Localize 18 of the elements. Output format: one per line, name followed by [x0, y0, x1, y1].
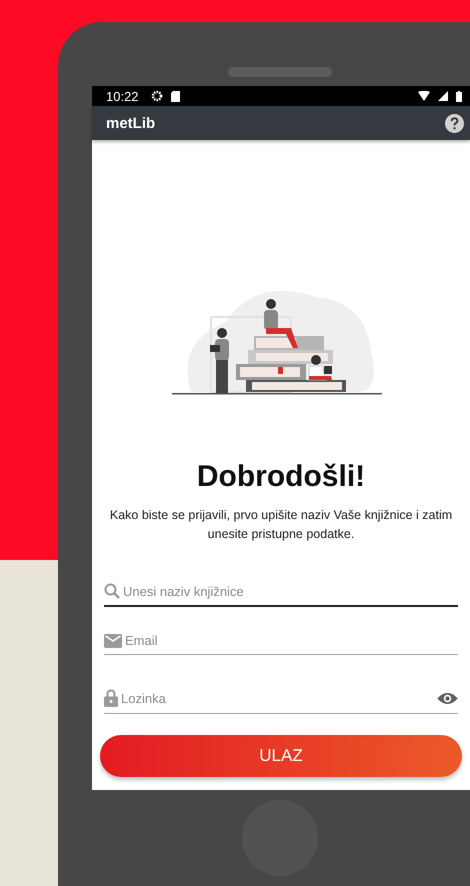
lock-icon: [104, 689, 118, 707]
signal-icon: [438, 91, 448, 101]
sd-card-icon: [170, 90, 180, 102]
input-field[interactable]: Email: [125, 633, 458, 648]
eye-icon[interactable]: [437, 692, 458, 704]
help-icon[interactable]: [445, 114, 464, 132]
search-icon: [104, 583, 120, 599]
status-time: 10:22: [106, 88, 139, 104]
input-field[interactable]: Lozinka: [121, 690, 434, 706]
wifi-icon: [418, 91, 430, 101]
envelope-icon: [104, 634, 122, 648]
login-button[interactable]: ULAZ: [100, 735, 462, 777]
battery-icon: [456, 90, 462, 102]
gear-icon: [150, 90, 163, 102]
welcome-description: Kako biste se prijavili, prvo upišite naziv Vaše knjižnice i zatim unesite pristupne podatke.: [108, 507, 454, 543]
input-field[interactable]: Unesi naziv knjižnice: [123, 584, 458, 598]
app-title: metLib: [106, 114, 156, 132]
welcome-heading: Dobrodošli!: [196, 460, 366, 494]
